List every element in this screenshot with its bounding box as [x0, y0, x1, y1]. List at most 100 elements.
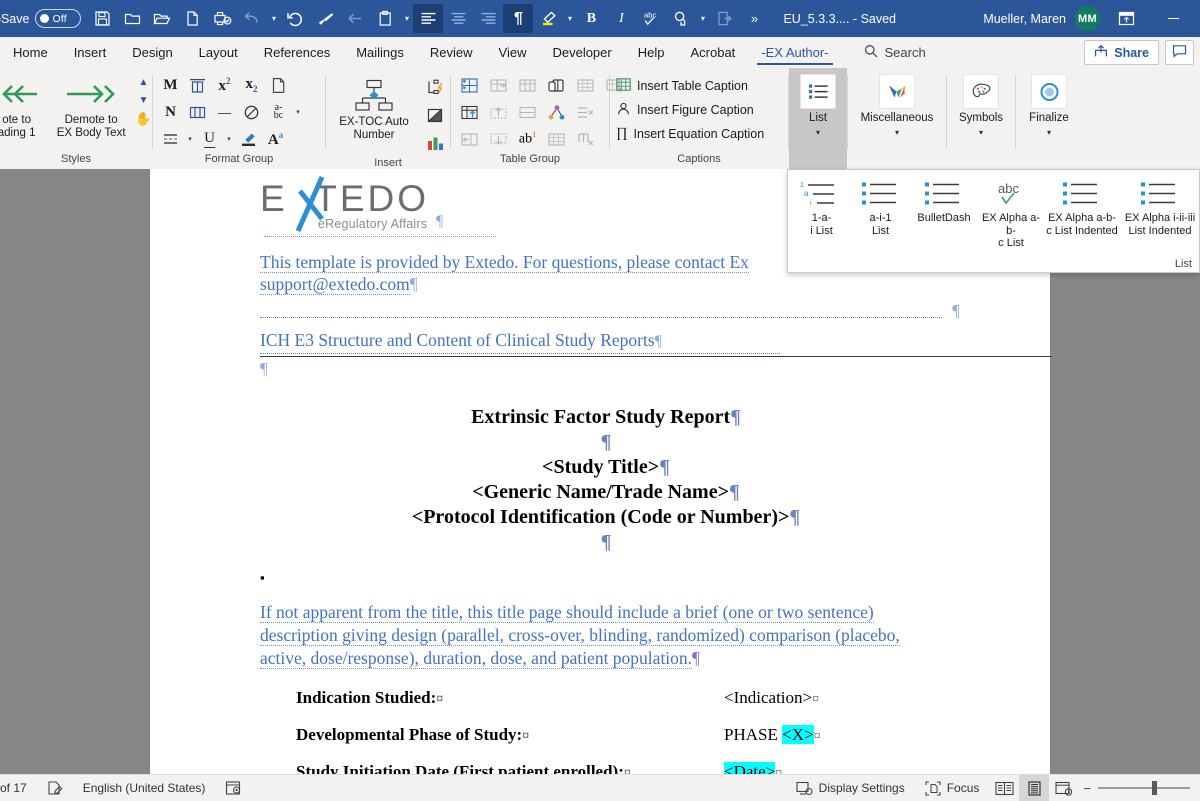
tab-view[interactable]: View — [486, 37, 540, 68]
table-grid-icon[interactable] — [571, 72, 600, 98]
no-format-icon[interactable] — [238, 99, 265, 125]
gallery-item-alpha-abc-indented[interactable]: EX Alpha a-b- c List Indented — [1044, 176, 1120, 237]
save-icon[interactable] — [87, 4, 117, 33]
pointer-chevron-down-icon[interactable]: ▾ — [696, 4, 709, 33]
minimize-button[interactable] — [1152, 4, 1194, 33]
tab-layout[interactable]: Layout — [186, 37, 251, 68]
miscellaneous-chevron-down-icon[interactable]: ▾ — [895, 126, 899, 139]
ich-heading-row[interactable]: ICH E3 Structure and Content of Clinical… — [260, 329, 1052, 357]
chevron-down-icon[interactable]: ▼ — [135, 93, 152, 108]
symbols-button[interactable]: Symbols ▾ — [947, 68, 1015, 169]
quick-field-icon[interactable] — [422, 74, 449, 100]
open-folder-icon[interactable] — [147, 4, 177, 33]
table-row[interactable]: Developmental Phase of Study:¤ PHASE <X>… — [296, 717, 952, 754]
zoom-slider-handle[interactable] — [1152, 781, 1157, 795]
symbols-chevron-down-icon[interactable]: ▾ — [979, 126, 983, 139]
insert-image-icon[interactable] — [422, 102, 449, 128]
merge-cells-icon[interactable] — [513, 99, 542, 125]
ex-toc-auto-number-button[interactable]: EX-TOC Auto Number — [326, 72, 422, 141]
tab-review[interactable]: Review — [417, 37, 486, 68]
normal-format-icon[interactable]: N — [157, 99, 184, 125]
highlight-chevron-down-icon[interactable]: ▾ — [563, 4, 576, 33]
tab-acrobat[interactable]: Acrobat — [677, 37, 748, 68]
table-copy-icon[interactable] — [542, 72, 571, 98]
insert-table-icon[interactable] — [455, 72, 484, 98]
delete-column-icon[interactable] — [571, 126, 600, 152]
tab-design[interactable]: Design — [119, 37, 185, 68]
paragraph-border-chevron-down-icon[interactable]: ▾ — [184, 126, 196, 152]
paragraph-border-icon[interactable] — [157, 126, 184, 152]
tab-insert[interactable]: Insert — [61, 37, 120, 68]
insert-equation-caption-button[interactable]: ∏ Insert Equation Caption — [610, 122, 764, 146]
paragraph-spacing-before-icon[interactable] — [184, 72, 211, 98]
demote-to-body-text-button[interactable]: Demote to EX Body Text — [47, 72, 135, 139]
autosave-control[interactable]: oSave Off — [0, 9, 82, 28]
undo-chevron-down-icon[interactable]: ▾ — [267, 4, 280, 33]
tab-mailings[interactable]: Mailings — [343, 37, 417, 68]
insert-row-above-icon[interactable] — [455, 99, 484, 125]
ribbon-display-options-icon[interactable] — [1109, 4, 1143, 33]
table-move-down-icon[interactable] — [484, 126, 513, 152]
redo-icon[interactable] — [280, 4, 310, 33]
avatar[interactable]: MM — [1075, 6, 1100, 31]
pointer-icon[interactable] — [666, 4, 696, 33]
undo-icon[interactable] — [237, 4, 267, 33]
underline-icon[interactable]: U — [196, 126, 223, 152]
user-account[interactable]: Mueller, Maren MM — [983, 4, 1200, 33]
page-number-indicator[interactable]: of 17 — [0, 775, 37, 801]
finalize-button[interactable]: Finalize ▾ — [1016, 68, 1082, 169]
show-paragraph-marks-icon[interactable]: ¶ — [503, 4, 534, 33]
proofing-errors-button[interactable] — [37, 775, 73, 801]
back-arrow-icon[interactable] — [340, 4, 370, 33]
change-case-chevron-down-icon[interactable]: ▾ — [292, 99, 304, 125]
chevron-up-icon[interactable]: ▲ — [135, 75, 152, 90]
table-convert-icon[interactable] — [484, 72, 513, 98]
comments-button[interactable] — [1165, 40, 1194, 65]
horizontal-line-icon[interactable]: — — [211, 99, 238, 125]
page-break-icon[interactable] — [265, 72, 292, 98]
text-highlight-icon[interactable] — [235, 126, 262, 152]
align-right-icon[interactable] — [473, 4, 503, 33]
zoom-slider[interactable] — [1098, 781, 1190, 795]
change-case-icon[interactable]: a-bc — [265, 99, 292, 125]
table-row[interactable]: Indication Studied:¤ <Indication>¤ — [296, 680, 952, 717]
folder-icon[interactable] — [117, 4, 147, 33]
gallery-item-bullet-dash[interactable]: BulletDash — [910, 176, 978, 225]
new-document-icon[interactable] — [177, 4, 207, 33]
paste-icon[interactable] — [370, 4, 400, 33]
print-layout-button[interactable] — [1019, 775, 1050, 801]
focus-button[interactable]: Focus — [915, 775, 990, 801]
subscript-icon[interactable]: x2 — [238, 72, 265, 98]
display-settings-button[interactable]: Display Settings — [786, 775, 915, 801]
tab-references[interactable]: References — [251, 37, 343, 68]
list-gallery-dropdown[interactable]: 1ai 1-a- i List a-i-1 List BulletDash ab… — [787, 169, 1200, 273]
align-center-icon[interactable] — [443, 4, 473, 33]
table-footnote-icon[interactable]: ab1 — [513, 126, 542, 152]
underline-chevron-down-icon[interactable]: ▾ — [223, 126, 235, 152]
accessibility-checker-button[interactable] — [215, 775, 252, 801]
table-move-up-icon[interactable] — [484, 99, 513, 125]
gallery-item-a-i-1-list[interactable]: a-i-1 List — [851, 176, 910, 237]
more-commands-icon[interactable]: » — [739, 4, 769, 33]
delete-row-icon[interactable] — [571, 99, 600, 125]
table-style-icon[interactable] — [542, 99, 571, 125]
autosave-toggle[interactable]: Off — [35, 9, 82, 28]
zoom-control[interactable]: − — [1079, 781, 1200, 796]
language-indicator[interactable]: English (United States) — [73, 775, 216, 801]
print-preview-icon[interactable] — [207, 4, 237, 33]
zoom-out-button[interactable]: − — [1083, 781, 1091, 796]
miscellaneous-button[interactable]: Miscellaneous ▾ — [848, 68, 946, 169]
insert-chart-icon[interactable] — [422, 130, 449, 156]
table-properties-icon[interactable] — [513, 72, 542, 98]
list-chevron-down-icon[interactable]: ▾ — [816, 126, 820, 139]
table-row[interactable]: Study Initiation Date (First patient enr… — [296, 754, 952, 774]
hand-cursor-icon[interactable]: ✋ — [135, 111, 152, 126]
gallery-item-1-a-i-list[interactable]: 1ai 1-a- i List — [792, 176, 851, 237]
italic-icon[interactable]: I — [606, 4, 636, 33]
insert-figure-caption-button[interactable]: Insert Figure Caption — [610, 98, 754, 122]
align-left-icon[interactable] — [413, 4, 444, 33]
finalize-chevron-down-icon[interactable]: ▾ — [1047, 126, 1051, 139]
instruction-paragraph[interactable]: If not apparent from the title, this tit… — [260, 601, 952, 670]
promote-to-heading-button[interactable]: ote to ading 1 — [0, 72, 47, 139]
highlight-icon[interactable] — [533, 4, 563, 33]
